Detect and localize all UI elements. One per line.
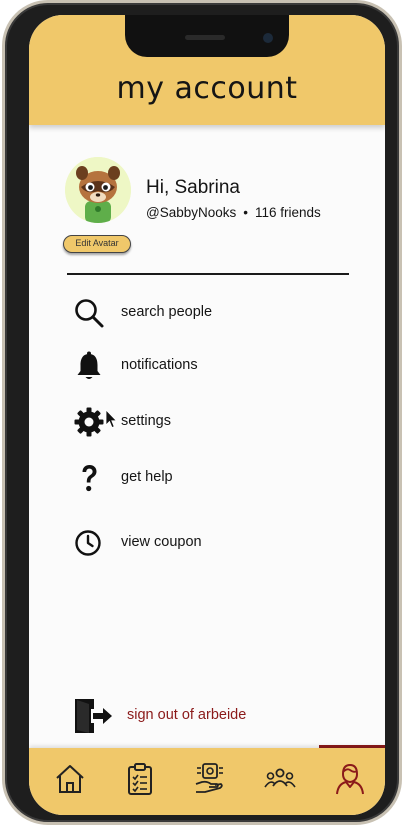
hand-badge-icon[interactable] bbox=[193, 762, 227, 796]
gear-icon bbox=[74, 407, 104, 437]
user-handle: @SabbyNooks bbox=[146, 205, 237, 220]
menu-item-label: get help bbox=[121, 469, 173, 485]
clock-icon bbox=[75, 530, 101, 556]
search-icon bbox=[75, 299, 104, 328]
divider-line bbox=[67, 273, 349, 275]
speaker-grille bbox=[185, 35, 225, 40]
home-icon[interactable] bbox=[53, 762, 87, 796]
menu-item-label: view coupon bbox=[121, 534, 202, 550]
mouse-cursor-icon bbox=[105, 409, 118, 429]
profile-subline: @SabbyNooks • 116 friends bbox=[146, 205, 321, 220]
menu-item-label: notifications bbox=[121, 357, 198, 373]
camera-icon bbox=[263, 33, 273, 43]
friends-count[interactable]: 116 friends bbox=[255, 205, 321, 220]
menu-item-get-help[interactable]: get help bbox=[73, 460, 333, 496]
phone-frame: my account Edit Avatar Hi, Sabrina @Sabb… bbox=[2, 0, 402, 825]
menu-item-search-people[interactable]: search people bbox=[73, 295, 333, 331]
sign-out-label: sign out of arbeide bbox=[127, 707, 247, 723]
edit-avatar-button[interactable]: Edit Avatar bbox=[63, 235, 131, 253]
menu-item-label: search people bbox=[121, 304, 213, 320]
menu-item-label: settings bbox=[121, 413, 171, 429]
app-screen: my account Edit Avatar Hi, Sabrina @Sabb… bbox=[29, 15, 385, 815]
clipboard-icon[interactable] bbox=[123, 762, 157, 796]
greeting-text: Hi, Sabrina bbox=[146, 177, 240, 198]
avatar[interactable] bbox=[65, 157, 131, 223]
bottom-tab-bar bbox=[29, 748, 385, 815]
menu-item-view-coupon[interactable]: view coupon bbox=[73, 525, 333, 561]
sign-out-icon bbox=[75, 699, 112, 733]
bell-icon bbox=[77, 351, 101, 379]
menu-item-notifications[interactable]: notifications bbox=[73, 348, 333, 384]
separator-dot: • bbox=[243, 205, 248, 220]
question-icon bbox=[82, 465, 97, 492]
group-icon[interactable] bbox=[263, 762, 297, 796]
device-notch bbox=[125, 15, 289, 57]
raccoon-avatar-icon bbox=[65, 157, 131, 223]
sign-out-button[interactable]: sign out of arbeide bbox=[73, 695, 313, 735]
page-title: my account bbox=[116, 71, 298, 106]
profile-icon[interactable] bbox=[333, 762, 367, 796]
